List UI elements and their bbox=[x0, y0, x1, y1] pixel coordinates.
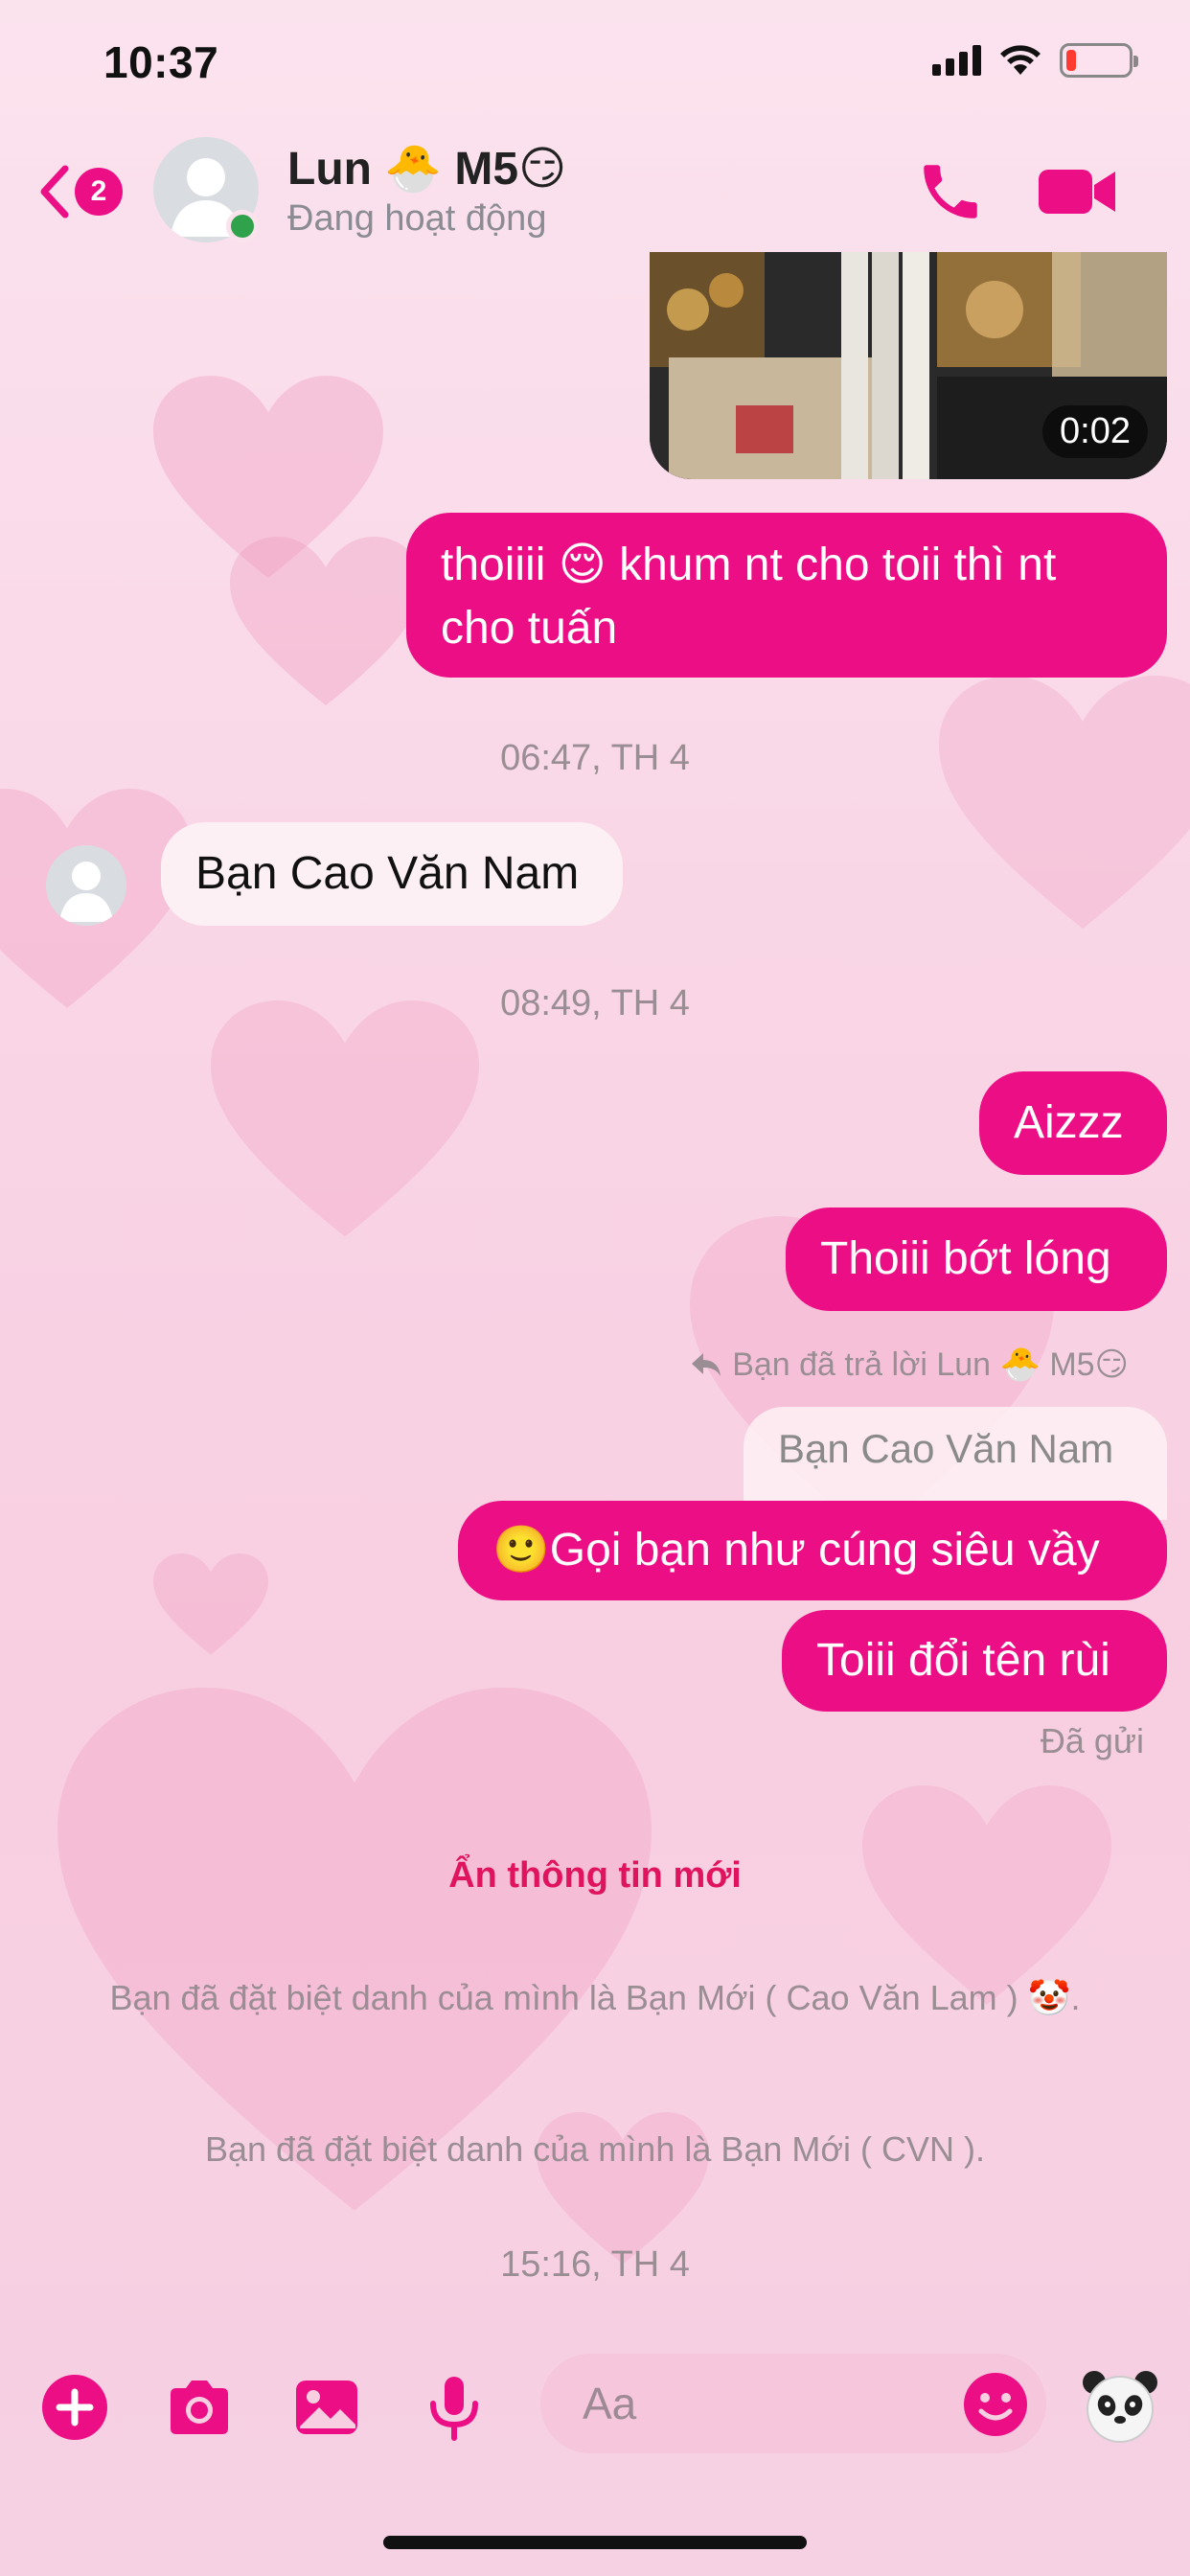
message-composer bbox=[0, 2354, 1190, 2459]
message-bubble-outgoing[interactable]: Aizzz bbox=[979, 1071, 1167, 1175]
home-indicator[interactable] bbox=[383, 2536, 807, 2549]
sender-avatar[interactable] bbox=[46, 845, 126, 926]
system-message: Bạn đã đặt biệt danh của mình là Bạn Mới… bbox=[204, 2129, 986, 2169]
message-text: Bạn Cao Văn Nam bbox=[195, 848, 580, 899]
emoji-icon[interactable] bbox=[962, 2371, 1029, 2438]
camera-icon[interactable] bbox=[165, 2373, 234, 2442]
plus-icon[interactable] bbox=[40, 2373, 109, 2442]
wifi-icon bbox=[1000, 45, 1041, 75]
status-time: 10:37 bbox=[103, 37, 219, 87]
online-indicator bbox=[226, 210, 259, 242]
status-bar: 10:37 bbox=[0, 0, 1190, 129]
message-input-container bbox=[540, 2354, 1046, 2453]
contact-status: Đang hoạt động bbox=[287, 198, 547, 239]
timestamp: 08:49, TH 4 bbox=[500, 983, 690, 1024]
message-bubble-outgoing[interactable]: Thoiii bớt lóng bbox=[786, 1208, 1167, 1311]
back-button[interactable]: 2 bbox=[36, 158, 132, 225]
timestamp: 15:16, TH 4 bbox=[500, 2244, 690, 2285]
video-call-button[interactable] bbox=[1037, 158, 1119, 225]
message-bubble-outgoing[interactable]: Toiii đổi tên rùi bbox=[782, 1610, 1167, 1712]
reply-note-text: Bạn đã trả lời Lun 🐣 M5😏 bbox=[732, 1346, 1129, 1383]
message-text: thoiiii 😌 khum nt cho toii thì nt cho tu… bbox=[441, 540, 1057, 654]
timestamp: 06:47, TH 4 bbox=[500, 738, 690, 778]
message-text: Toiii đổi tên rùi bbox=[816, 1635, 1110, 1686]
battery-icon bbox=[1060, 43, 1138, 78]
quoted-text: Bạn Cao Văn Nam bbox=[778, 1426, 1114, 1471]
message-bubble-outgoing[interactable]: thoiiii 😌 khum nt cho toii thì nt cho tu… bbox=[406, 513, 1167, 678]
cellular-signal-icon bbox=[932, 45, 981, 76]
unread-badge: 2 bbox=[75, 168, 123, 216]
chat-header: 2 Lun 🐣 M5😏 Đang hoạt động bbox=[0, 129, 1190, 254]
hide-new-info-link[interactable]: Ẩn thông tin mới bbox=[0, 1855, 1190, 1897]
sent-status: Đã gửi bbox=[1040, 1721, 1144, 1760]
video-camera-icon bbox=[1039, 170, 1115, 214]
reply-indicator: Bạn đã trả lời Lun 🐣 M5😏 bbox=[690, 1346, 1129, 1384]
battery-level bbox=[1066, 50, 1076, 71]
message-text: Thoiii bớt lóng bbox=[820, 1233, 1111, 1284]
message-input[interactable] bbox=[583, 2354, 947, 2453]
image-icon[interactable] bbox=[292, 2373, 361, 2442]
contact-name[interactable]: Lun 🐣 M5😏 bbox=[287, 141, 566, 196]
message-bubble-outgoing[interactable]: 🙂Gọi bạn như cúng siêu vầy bbox=[458, 1501, 1167, 1600]
status-indicators bbox=[932, 43, 1138, 78]
message-text: Aizzz bbox=[1014, 1097, 1124, 1148]
microphone-icon[interactable] bbox=[420, 2373, 489, 2442]
phone-icon bbox=[924, 165, 977, 218]
message-text: 🙂Gọi bạn như cúng siêu vầy bbox=[492, 1525, 1100, 1576]
chevron-left-icon bbox=[40, 165, 69, 218]
video-duration: 0:02 bbox=[1042, 405, 1148, 458]
reply-arrow-icon bbox=[692, 1353, 721, 1376]
video-message[interactable]: 0:02 bbox=[650, 252, 1167, 479]
message-bubble-incoming[interactable]: Bạn Cao Văn Nam bbox=[161, 822, 623, 926]
panda-icon[interactable] bbox=[1081, 2367, 1159, 2446]
call-button[interactable] bbox=[915, 156, 986, 227]
system-message: Bạn đã đặt biệt danh của mình là Bạn Mới… bbox=[109, 1978, 1081, 2017]
